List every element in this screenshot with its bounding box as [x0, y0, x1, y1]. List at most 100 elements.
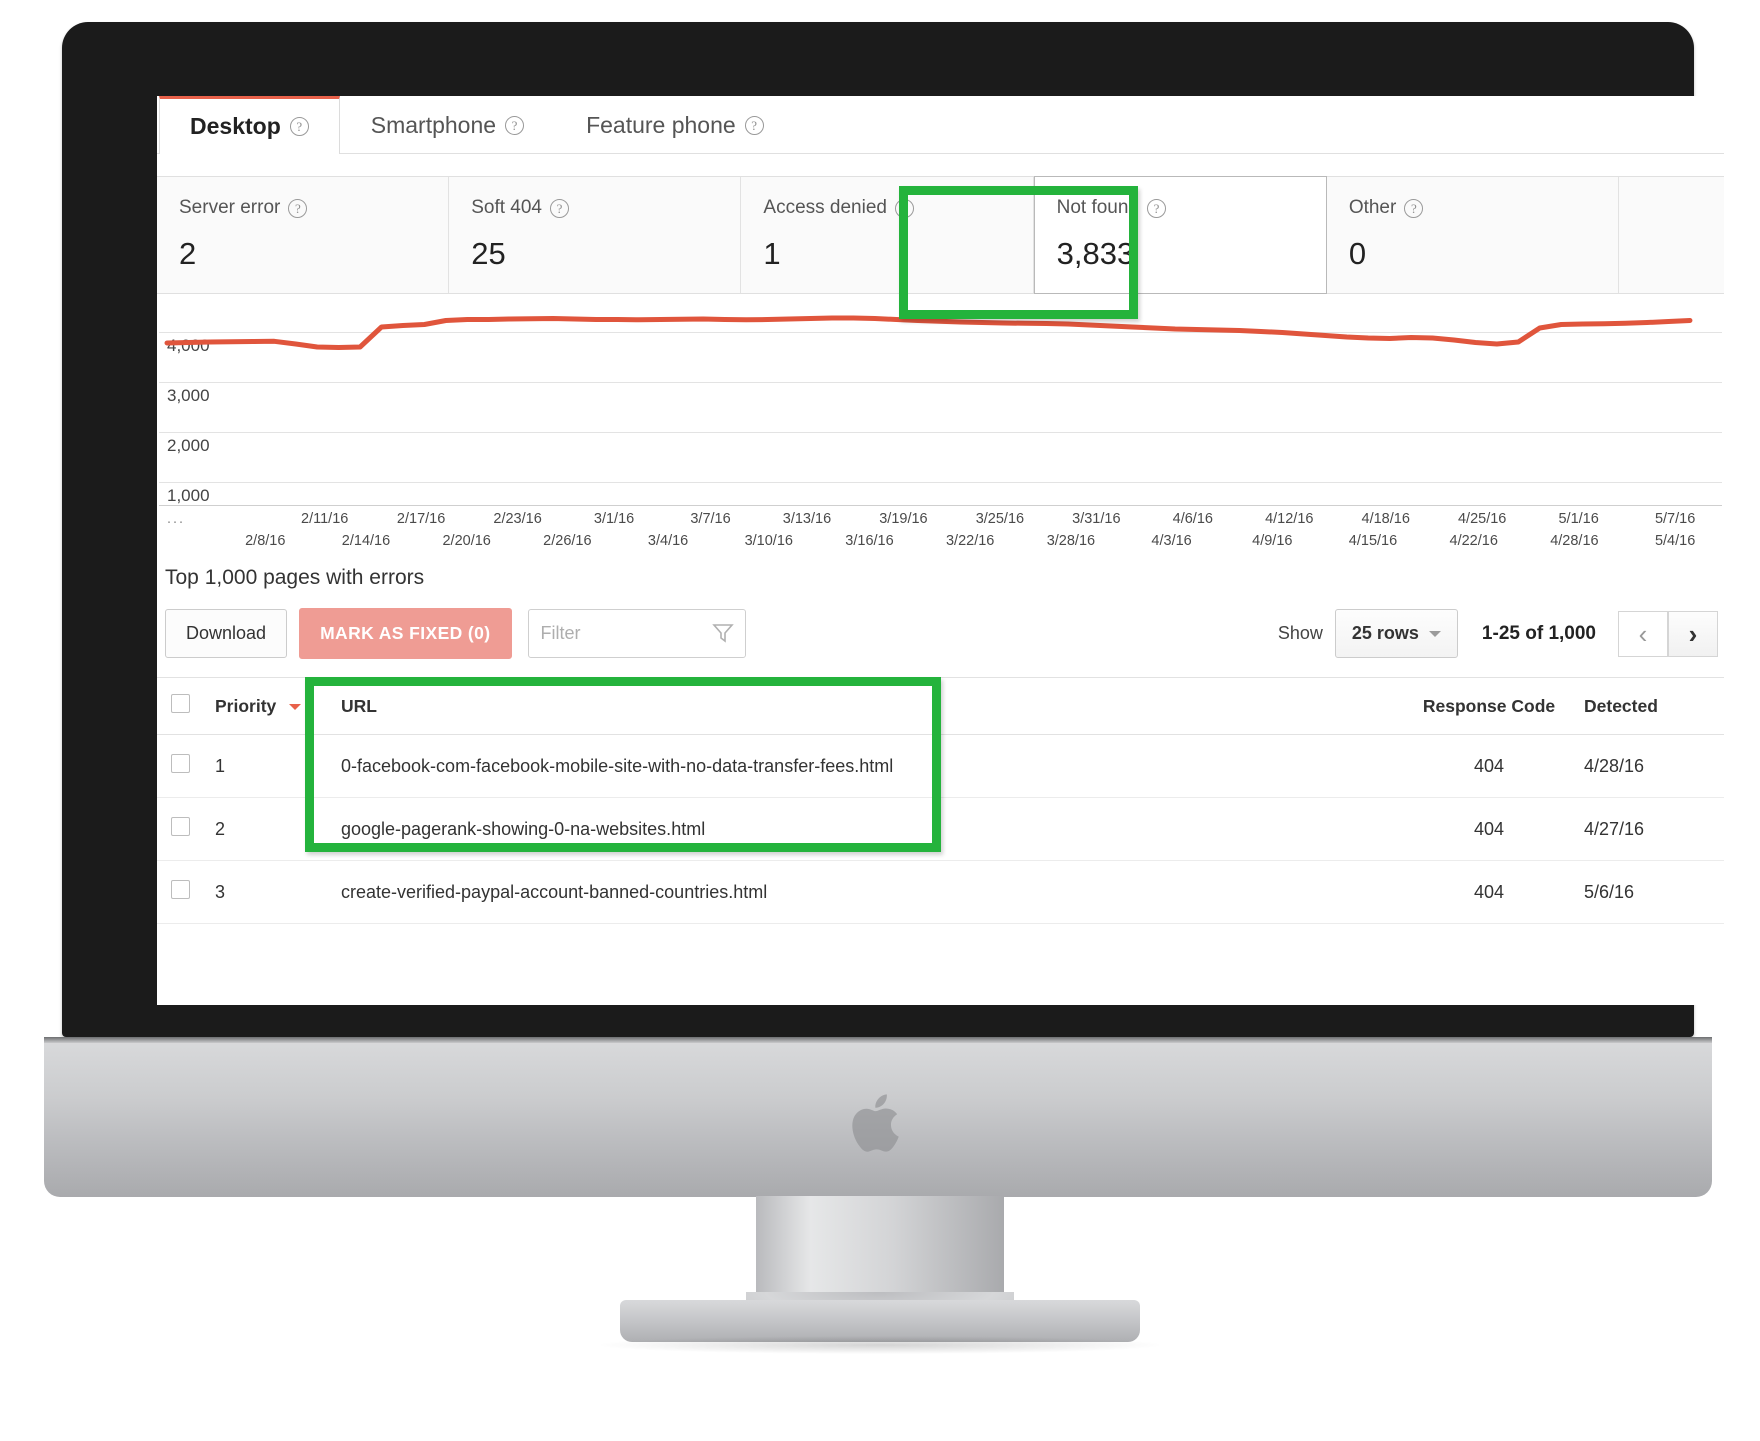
row-url[interactable]: google-pagerank-showing-0-na-websites.ht…: [311, 797, 1394, 861]
card-access-denied-value: 1: [763, 236, 781, 271]
x-axis-date-label: 4/22/16: [1449, 533, 1498, 549]
row-response-code: 404: [1394, 860, 1584, 924]
column-header-priority[interactable]: Priority: [215, 677, 311, 735]
row-priority: 3: [215, 860, 311, 924]
card-soft-404[interactable]: Soft 404 ? 25: [449, 177, 742, 293]
x-axis-date-label: 5/4/16: [1654, 533, 1696, 549]
select-all-checkbox[interactable]: [171, 694, 190, 713]
row-response-code: 404: [1394, 734, 1584, 798]
x-axis-date-label: 3/13/16: [782, 511, 832, 527]
previous-page-button[interactable]: ‹: [1618, 610, 1668, 657]
result-range-label: 1-25 of 1,000: [1481, 622, 1596, 644]
tab-desktop-label: Desktop: [190, 113, 281, 139]
tab-smartphone-label: Smartphone: [370, 111, 497, 138]
tab-smartphone[interactable]: Smartphone ?: [340, 96, 555, 153]
column-header-detected[interactable]: Detected: [1584, 677, 1724, 735]
card-label-text: Soft 404: [471, 197, 542, 218]
card-server-error-label-row: Server error ?: [179, 197, 448, 219]
card-label-text: Not found: [1056, 197, 1140, 218]
rows-per-page-value: 25 rows: [1351, 623, 1419, 643]
card-not-found[interactable]: Not found ? 3,833: [1033, 176, 1327, 294]
card-server-error-value: 2: [179, 236, 197, 271]
row-checkbox[interactable]: [171, 880, 190, 899]
imac-stand-shadow: [600, 1336, 1160, 1354]
help-icon[interactable]: ?: [1404, 198, 1424, 218]
x-axis-date-label: 2/8/16: [245, 533, 286, 549]
table-row[interactable]: 3 create-verified-paypal-account-banned-…: [157, 860, 1724, 924]
x-axis-date-label: 3/10/16: [744, 533, 793, 549]
x-axis-date-label: 3/25/16: [975, 511, 1025, 527]
filter-funnel-icon[interactable]: [711, 622, 734, 649]
next-page-button[interactable]: ›: [1668, 610, 1718, 657]
x-axis-date-label: 2/17/16: [396, 511, 446, 527]
x-axis-date-label: 2/26/16: [543, 533, 592, 549]
mark-as-fixed-button[interactable]: MARK AS FIXED (0): [299, 608, 512, 659]
chevron-right-icon: ›: [1688, 618, 1698, 649]
x-axis-ellipsis: ...: [167, 511, 186, 527]
tab-feature-phone-label: Feature phone: [586, 111, 736, 138]
errors-table: Priority URL Response Code Detected 1 0-…: [157, 677, 1724, 924]
help-icon[interactable]: ?: [289, 117, 309, 136]
chevron-left-icon: ‹: [1638, 618, 1648, 649]
chart-line-series: [164, 315, 1693, 350]
column-header-url[interactable]: URL: [311, 677, 1394, 735]
row-priority: 2: [215, 797, 311, 861]
x-axis-date-label: 4/18/16: [1361, 511, 1410, 527]
help-icon[interactable]: ?: [549, 198, 569, 218]
errors-table-body: 1 0-facebook-com-facebook-mobile-site-wi…: [157, 734, 1724, 924]
row-response-code: 404: [1394, 797, 1584, 861]
card-server-error[interactable]: Server error ? 2: [157, 177, 450, 293]
x-axis-date-label: 4/28/16: [1550, 533, 1599, 549]
row-select-cell[interactable]: [157, 797, 215, 861]
imac-chin-edge: [44, 1037, 1712, 1043]
row-select-cell[interactable]: [157, 734, 215, 798]
row-detected: 5/6/16: [1584, 860, 1724, 924]
chart-plot-area: 4,000 3,000 2,000 1,000: [159, 306, 1722, 506]
x-axis-date-label: 2/14/16: [341, 533, 391, 549]
table-toolbar: Download MARK AS FIXED (0) Show: [157, 590, 1724, 659]
screenshot-stage: Desktop ? Smartphone ? Feature phone ? S…: [0, 0, 1760, 1441]
select-all-header[interactable]: [157, 677, 215, 735]
table-row[interactable]: 2 google-pagerank-showing-0-na-websites.…: [157, 797, 1724, 861]
row-url[interactable]: 0-facebook-com-facebook-mobile-site-with…: [311, 734, 1394, 798]
help-icon[interactable]: ?: [744, 115, 764, 135]
x-axis-date-label: 4/25/16: [1457, 511, 1507, 527]
card-not-found-value: 3,833: [1056, 236, 1135, 271]
sort-descending-icon: [289, 703, 302, 710]
x-axis-date-label: 4/12/16: [1265, 511, 1314, 527]
row-detected: 4/28/16: [1584, 734, 1724, 798]
row-checkbox[interactable]: [171, 817, 190, 836]
x-axis-date-label: 5/1/16: [1558, 511, 1599, 527]
search-console-crawl-errors-app: Desktop ? Smartphone ? Feature phone ? S…: [157, 96, 1724, 1005]
help-icon[interactable]: ?: [1147, 198, 1167, 218]
x-axis-date-label: 3/22/16: [945, 533, 995, 549]
card-soft-404-value: 25: [471, 236, 506, 271]
row-select-cell[interactable]: [157, 860, 215, 924]
help-icon[interactable]: ?: [894, 198, 914, 218]
row-url[interactable]: create-verified-paypal-account-banned-co…: [311, 860, 1394, 924]
show-label: Show: [1277, 623, 1323, 643]
card-soft-404-label-row: Soft 404 ?: [471, 197, 740, 219]
x-axis-date-label: 3/28/16: [1046, 533, 1096, 549]
tab-feature-phone[interactable]: Feature phone ?: [555, 96, 795, 153]
x-axis-date-label: 3/16/16: [845, 533, 894, 549]
x-axis-date-label: 5/7/16: [1654, 511, 1696, 527]
card-spacer: [1619, 177, 1724, 293]
x-axis-date-label: 4/3/16: [1151, 533, 1192, 549]
table-row[interactable]: 1 0-facebook-com-facebook-mobile-site-wi…: [157, 734, 1724, 798]
card-other[interactable]: Other ? 0: [1327, 177, 1620, 293]
help-icon[interactable]: ?: [505, 115, 525, 135]
column-header-response-code[interactable]: Response Code: [1394, 677, 1584, 735]
card-access-denied-label-row: Access denied ?: [763, 197, 1032, 219]
tab-desktop[interactable]: Desktop ?: [159, 96, 340, 154]
rows-per-page-select[interactable]: 25 rows: [1334, 609, 1458, 658]
download-button[interactable]: Download: [165, 609, 288, 658]
imac-display-bezel: Desktop ? Smartphone ? Feature phone ? S…: [62, 22, 1724, 1037]
card-access-denied[interactable]: Access denied ? 1: [741, 177, 1034, 293]
row-priority: 1: [215, 734, 311, 798]
row-detected: 4/27/16: [1584, 797, 1724, 861]
row-checkbox[interactable]: [171, 754, 190, 773]
x-axis-date-label: 2/11/16: [301, 511, 349, 527]
help-icon[interactable]: ?: [288, 198, 308, 218]
card-label-text: Access denied: [763, 197, 887, 218]
